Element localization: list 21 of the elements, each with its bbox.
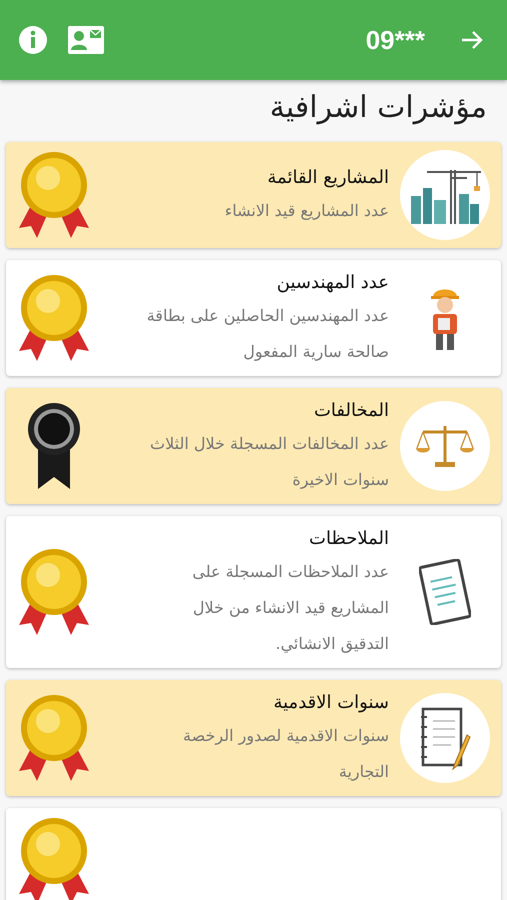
card-title: المخالفات (312, 399, 389, 423)
indicator-card[interactable]: سنوات الاقدمية سنوات الاقدمية لصدور الرخصة التجارية (6, 680, 501, 796)
indicator-card[interactable] (6, 808, 501, 900)
ribbon-medal-icon (26, 401, 82, 491)
card-description: عدد الملاحظات المسجلة على المشاريع قيد الانشاء من خلال التدقيق الانشائي. (191, 561, 389, 655)
phone-number: 09*** (366, 24, 425, 56)
card-description: سنوات الاقدمية لصدور الرخصة التجارية (182, 725, 389, 783)
card-title: سنوات الاقدمية (272, 691, 389, 715)
card-description: عدد المخالفات المسجلة خلال الثلاث سنوات الاخيرة (149, 433, 389, 491)
page-title: مؤشرات اشرافية (268, 89, 488, 127)
card-description: عدد المهندسين الحاصلين على بطاقة صالحة سارية المفعول (146, 305, 389, 363)
indicator-card[interactable]: المشاريع القائمة عدد المشاريع قيد الانشاء (6, 142, 501, 248)
indicator-card[interactable]: المخالفات عدد المخالفات المسجلة خلال الثلاث سنوات الاخيرة (6, 388, 501, 504)
card-title: الملاحظات (308, 527, 389, 551)
card-description: عدد المشاريع قيد الانشاء (224, 200, 389, 222)
card-title: عدد المهندسين (276, 271, 389, 295)
contact-card-icon[interactable] (68, 26, 104, 54)
indicator-card[interactable]: الملاحظات عدد الملاحظات المسجلة على المشاريع قيد الانشاء من خلال التدقيق الانشائي. (6, 516, 501, 668)
card-title: المشاريع القائمة (266, 166, 389, 190)
indicator-card[interactable]: عدد المهندسين عدد المهندسين الحاصلين على بطاقة صالحة سارية المفعول (6, 260, 501, 376)
info-icon[interactable] (18, 25, 48, 55)
